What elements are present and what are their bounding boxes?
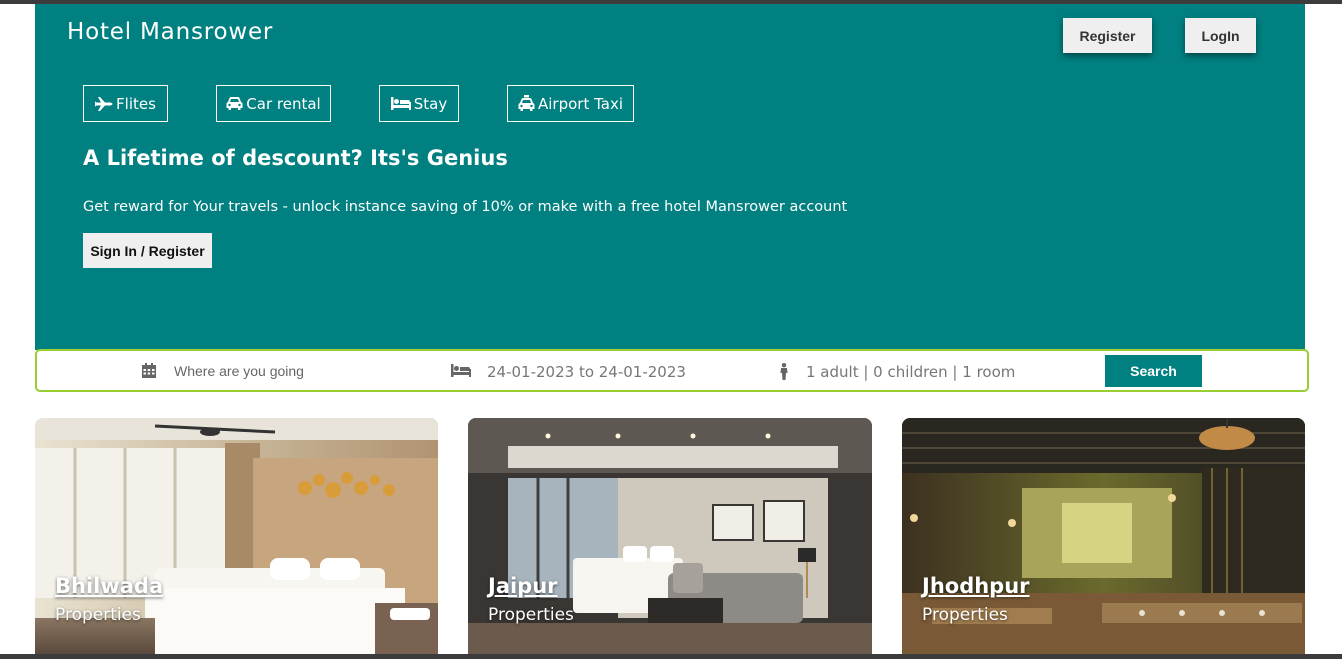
tab-label: Stay [413,94,448,113]
tab-flites[interactable]: Flites [83,85,168,122]
brand-title: Hotel Mansrower [67,19,274,45]
taxi-icon [518,95,535,111]
card-city-name[interactable]: Jhodhpur [922,574,1030,598]
register-button[interactable]: Register [1063,18,1152,53]
sign-in-register-button[interactable]: Sign In / Register [83,233,212,268]
card-subtitle: Properties [55,605,141,625]
destination-card-jhodhpur[interactable]: Jhodhpur Properties [902,418,1305,654]
card-city-name[interactable]: Bhilwada [55,574,163,598]
tab-label: Airport Taxi [537,94,624,113]
hero-headline: A Lifetime of descount? Its's Genius [83,146,508,170]
date-range-field[interactable]: 24-01-2023 to 24-01-2023 [487,363,686,381]
tab-car-rental[interactable]: Car rental [216,85,331,122]
tab-airport-taxi[interactable]: Airport Taxi [507,85,634,122]
hero-banner: Hotel Mansrower Register LogIn Flites Ca… [35,4,1305,350]
destination-input[interactable] [174,361,414,381]
tab-label: Car rental [246,94,321,113]
tab-stay[interactable]: Stay [379,85,459,122]
bed-icon [451,364,471,377]
calendar-icon [142,363,156,378]
hero-subtext: Get reward for Your travels - unlock ins… [83,199,848,215]
tab-label: Flites [116,94,156,113]
card-city-name[interactable]: Jaipur [488,574,558,598]
card-subtitle: Properties [922,605,1008,625]
plane-icon [95,96,113,111]
car-icon [226,97,243,110]
window-bottom-border [0,654,1342,659]
search-bar: 24-01-2023 to 24-01-2023 1 adult | 0 chi… [35,349,1309,392]
search-button[interactable]: Search [1105,355,1202,387]
destination-card-jaipur[interactable]: Jaipur Properties [468,418,872,654]
guests-field[interactable]: 1 adult | 0 children | 1 room [806,363,1015,381]
person-icon [780,363,788,380]
destination-card-bhilwada[interactable]: Bhilwada Properties [35,418,438,654]
card-subtitle: Properties [488,605,574,625]
bed-icon [390,97,411,110]
login-button[interactable]: LogIn [1185,18,1256,53]
